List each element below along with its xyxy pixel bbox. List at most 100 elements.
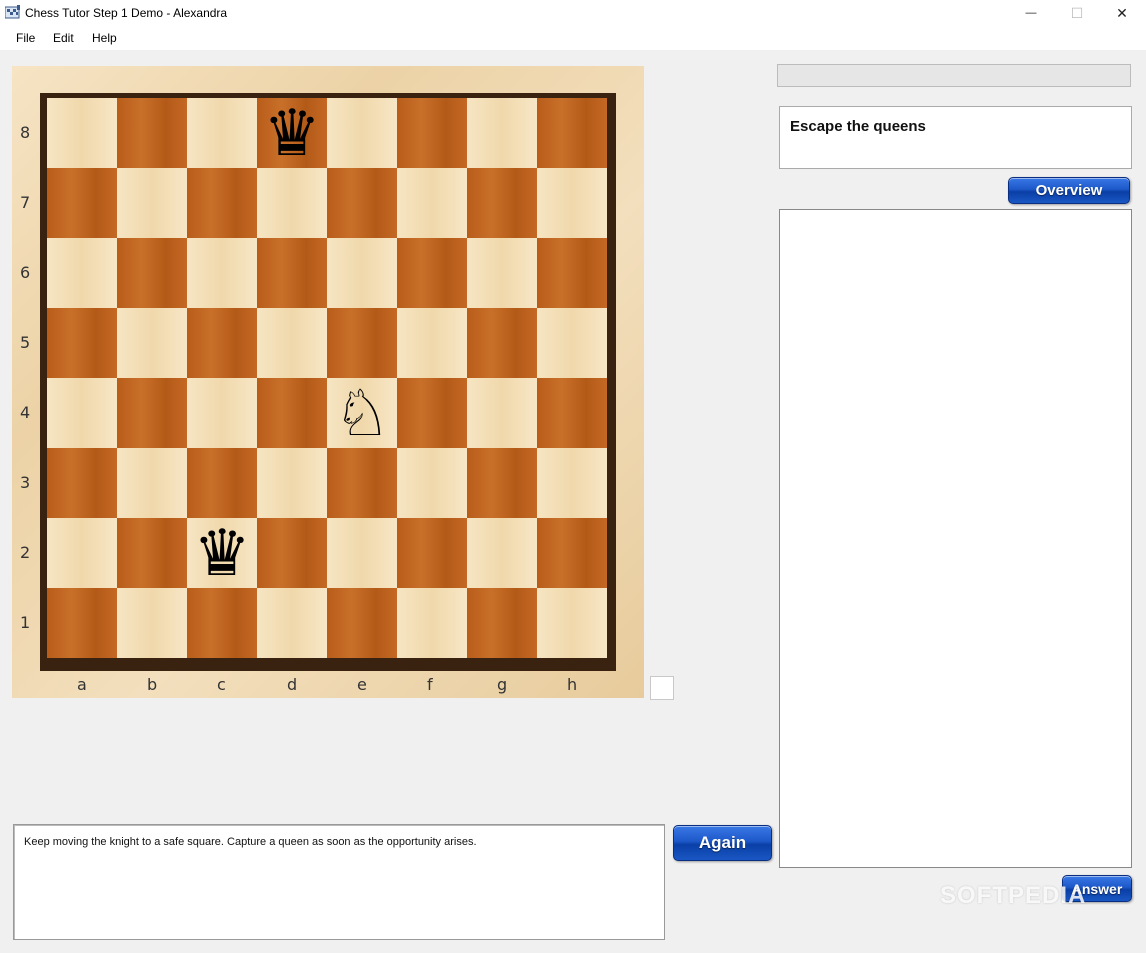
square-d4[interactable] (257, 378, 327, 448)
file-label-h: h (567, 675, 578, 694)
window-title: Chess Tutor Step 1 Demo - Alexandra (25, 6, 228, 20)
square-f6[interactable] (397, 238, 467, 308)
file-label-g: g (497, 675, 508, 694)
square-f4[interactable] (397, 378, 467, 448)
move-list-panel[interactable] (779, 209, 1132, 868)
square-h3[interactable] (537, 448, 607, 518)
square-g2[interactable] (467, 518, 537, 588)
square-f8[interactable] (397, 98, 467, 168)
square-c4[interactable] (187, 378, 257, 448)
square-h6[interactable] (537, 238, 607, 308)
square-c5[interactable] (187, 308, 257, 378)
maximize-icon: ☐ (1070, 4, 1084, 21)
white-knight-e4-icon[interactable]: ♘ (333, 377, 390, 451)
watermark-logo: SOFTPEDIA (940, 882, 1087, 909)
square-d5[interactable] (257, 308, 327, 378)
minimize-icon: — (1025, 7, 1037, 19)
rank-label-1: 1 (20, 613, 31, 632)
square-g8[interactable] (467, 98, 537, 168)
square-c6[interactable] (187, 238, 257, 308)
square-g1[interactable] (467, 588, 537, 658)
square-d6[interactable] (257, 238, 327, 308)
square-b4[interactable] (117, 378, 187, 448)
square-g5[interactable] (467, 308, 537, 378)
square-a4[interactable] (47, 378, 117, 448)
close-button[interactable]: ✕ (1099, 0, 1145, 26)
rank-label-2: 2 (20, 543, 31, 562)
square-d3[interactable] (257, 448, 327, 518)
square-c3[interactable] (187, 448, 257, 518)
square-a3[interactable] (47, 448, 117, 518)
square-b8[interactable] (117, 98, 187, 168)
square-a1[interactable] (47, 588, 117, 658)
menu-file[interactable]: File (16, 31, 35, 45)
file-label-a: a (77, 675, 87, 694)
side-to-move-indicator (650, 676, 674, 700)
square-a6[interactable] (47, 238, 117, 308)
file-label-f: f (427, 675, 433, 694)
square-e3[interactable] (327, 448, 397, 518)
square-c1[interactable] (187, 588, 257, 658)
instruction-text: Keep moving the knight to a safe square.… (24, 836, 477, 848)
rank-label-8: 8 (20, 123, 31, 142)
square-a2[interactable] (47, 518, 117, 588)
square-h5[interactable] (537, 308, 607, 378)
menu-edit[interactable]: Edit (53, 31, 74, 45)
square-g7[interactable] (467, 168, 537, 238)
square-b5[interactable] (117, 308, 187, 378)
square-b3[interactable] (117, 448, 187, 518)
overview-button[interactable]: Overview (1008, 177, 1130, 204)
square-h1[interactable] (537, 588, 607, 658)
menu-help[interactable]: Help (92, 31, 117, 45)
black-queen-d8-icon[interactable]: ♛ (263, 97, 320, 171)
menu-bar: File Edit Help (0, 26, 1146, 50)
square-f1[interactable] (397, 588, 467, 658)
square-b2[interactable] (117, 518, 187, 588)
rank-label-4: 4 (20, 403, 31, 422)
black-queen-c2-icon[interactable]: ♛ (193, 517, 250, 591)
square-d1[interactable] (257, 588, 327, 658)
rank-label-5: 5 (20, 333, 31, 352)
square-h4[interactable] (537, 378, 607, 448)
lesson-title: Escape the queens (790, 118, 926, 135)
square-h7[interactable] (537, 168, 607, 238)
maximize-button[interactable]: ☐ (1054, 0, 1100, 26)
instruction-panel: Keep moving the knight to a safe square.… (13, 824, 665, 940)
square-f2[interactable] (397, 518, 467, 588)
rank-label-6: 6 (20, 263, 31, 282)
square-f3[interactable] (397, 448, 467, 518)
square-f5[interactable] (397, 308, 467, 378)
square-g3[interactable] (467, 448, 537, 518)
file-label-e: e (357, 675, 367, 694)
square-c8[interactable] (187, 98, 257, 168)
square-g4[interactable] (467, 378, 537, 448)
square-a7[interactable] (47, 168, 117, 238)
square-h2[interactable] (537, 518, 607, 588)
square-b6[interactable] (117, 238, 187, 308)
square-b1[interactable] (117, 588, 187, 658)
square-e6[interactable] (327, 238, 397, 308)
progress-bar (777, 64, 1131, 87)
square-e1[interactable] (327, 588, 397, 658)
again-button[interactable]: Again (673, 825, 772, 861)
chess-board[interactable]: ♛ ♘ ♛ (12, 66, 644, 698)
close-icon: ✕ (1116, 4, 1128, 21)
square-e2[interactable] (327, 518, 397, 588)
square-f7[interactable] (397, 168, 467, 238)
square-e5[interactable] (327, 308, 397, 378)
square-d7[interactable] (257, 168, 327, 238)
square-d2[interactable] (257, 518, 327, 588)
square-e7[interactable] (327, 168, 397, 238)
square-b7[interactable] (117, 168, 187, 238)
square-a5[interactable] (47, 308, 117, 378)
rank-label-7: 7 (20, 193, 31, 212)
board-squares (47, 98, 607, 658)
square-e8[interactable] (327, 98, 397, 168)
minimize-button[interactable]: — (1008, 0, 1054, 26)
app-icon (5, 5, 20, 19)
square-c7[interactable] (187, 168, 257, 238)
square-a8[interactable] (47, 98, 117, 168)
square-g6[interactable] (467, 238, 537, 308)
chess-board-area: ♛ ♘ ♛ 8 7 6 5 4 3 2 1 a b c d e f g h (12, 66, 644, 698)
square-h8[interactable] (537, 98, 607, 168)
